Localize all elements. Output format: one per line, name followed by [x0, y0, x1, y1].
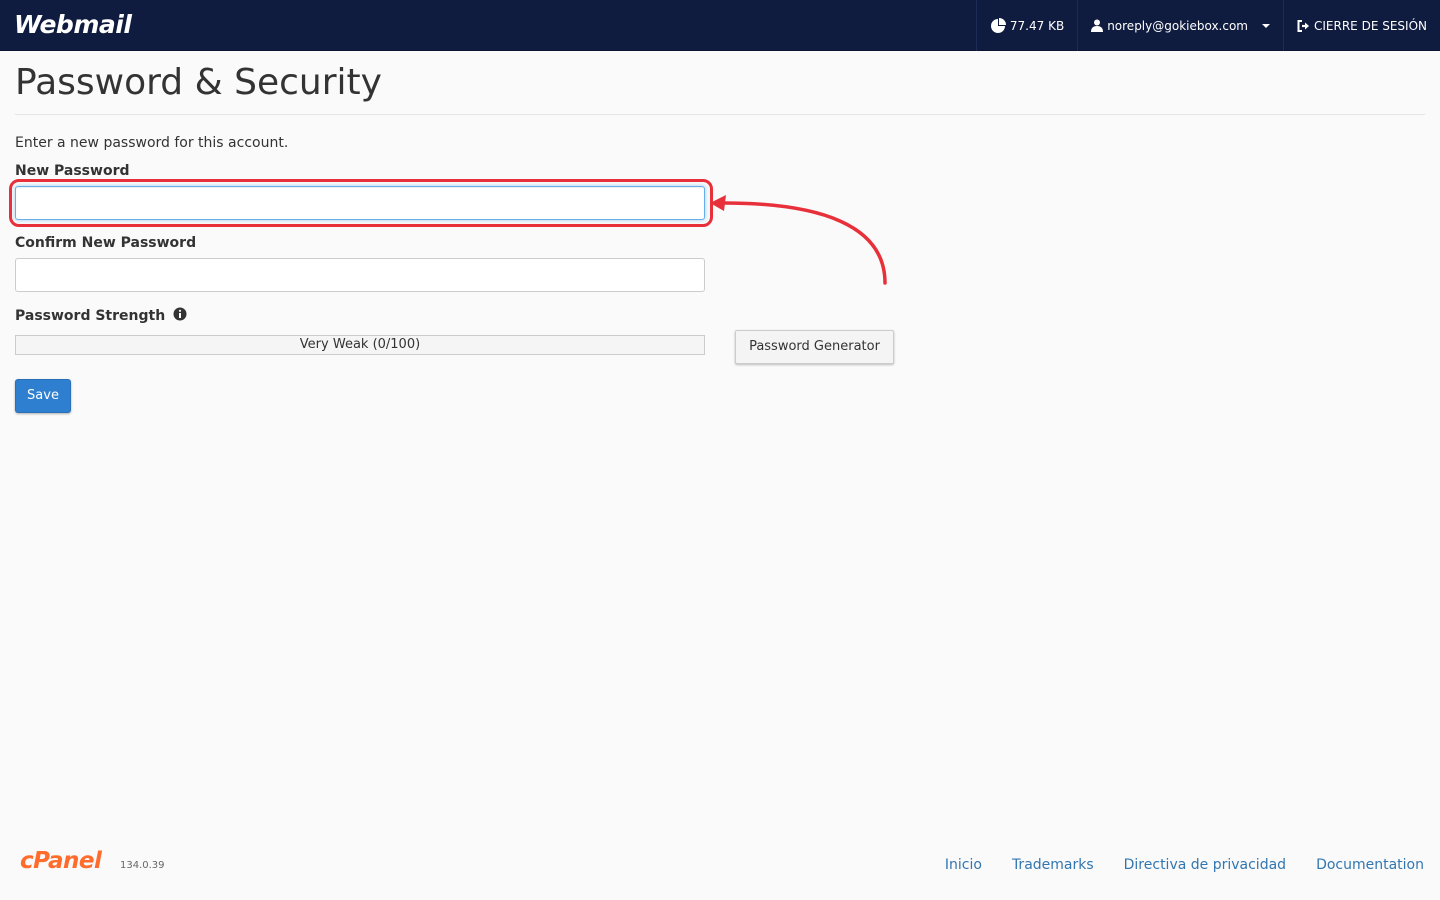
password-strength-label-text: Password Strength — [15, 308, 166, 324]
page-title: Password & Security — [15, 62, 382, 103]
navbar-right: 77.47 KB noreply@gokiebox.com CIERRE DE … — [975, 0, 1440, 51]
footer-links: Inicio Trademarks Directiva de privacida… — [945, 857, 1424, 873]
footer-link-inicio[interactable]: Inicio — [945, 857, 982, 873]
intro-text: Enter a new password for this account. — [15, 135, 289, 151]
cpanel-logo[interactable]: cPanel — [20, 848, 102, 874]
top-navbar: Webmail 77.47 KB noreply@gokiebox.com CI… — [0, 0, 1440, 51]
highlight-annotation — [9, 179, 713, 227]
info-icon[interactable] — [173, 307, 187, 321]
webmail-logo[interactable]: Webmail — [14, 10, 132, 39]
logout-button[interactable]: CIERRE DE SESIÓN — [1283, 0, 1440, 51]
version-number: 134.0.39 — [120, 860, 165, 871]
logout-label: CIERRE DE SESIÓN — [1314, 18, 1427, 33]
new-password-label: New Password — [15, 163, 130, 179]
footer-link-privacy[interactable]: Directiva de privacidad — [1124, 857, 1286, 873]
disk-usage-text: 77.47 KB — [1009, 18, 1065, 33]
sign-out-icon — [1297, 19, 1309, 32]
user-icon — [1091, 19, 1104, 32]
annotation-arrow — [710, 195, 887, 285]
confirm-password-input[interactable] — [15, 258, 705, 292]
account-menu[interactable]: noreply@gokiebox.com — [1077, 0, 1283, 51]
save-button[interactable]: Save — [15, 379, 71, 413]
footer-link-trademarks[interactable]: Trademarks — [1012, 857, 1094, 873]
confirm-password-label: Confirm New Password — [15, 235, 197, 251]
disk-usage-indicator[interactable]: 77.47 KB — [975, 0, 1077, 51]
chevron-down-icon — [1262, 23, 1270, 28]
password-generator-button[interactable]: Password Generator — [735, 330, 894, 364]
pie-chart-icon — [990, 17, 1006, 33]
account-email: noreply@gokiebox.com — [1107, 18, 1248, 33]
password-strength-label: Password Strength — [15, 307, 187, 324]
footer-link-documentation[interactable]: Documentation — [1316, 857, 1424, 873]
password-strength-meter: Very Weak (0/100) — [15, 335, 705, 355]
title-divider — [15, 114, 1425, 115]
strength-text: Very Weak (0/100) — [299, 337, 421, 352]
